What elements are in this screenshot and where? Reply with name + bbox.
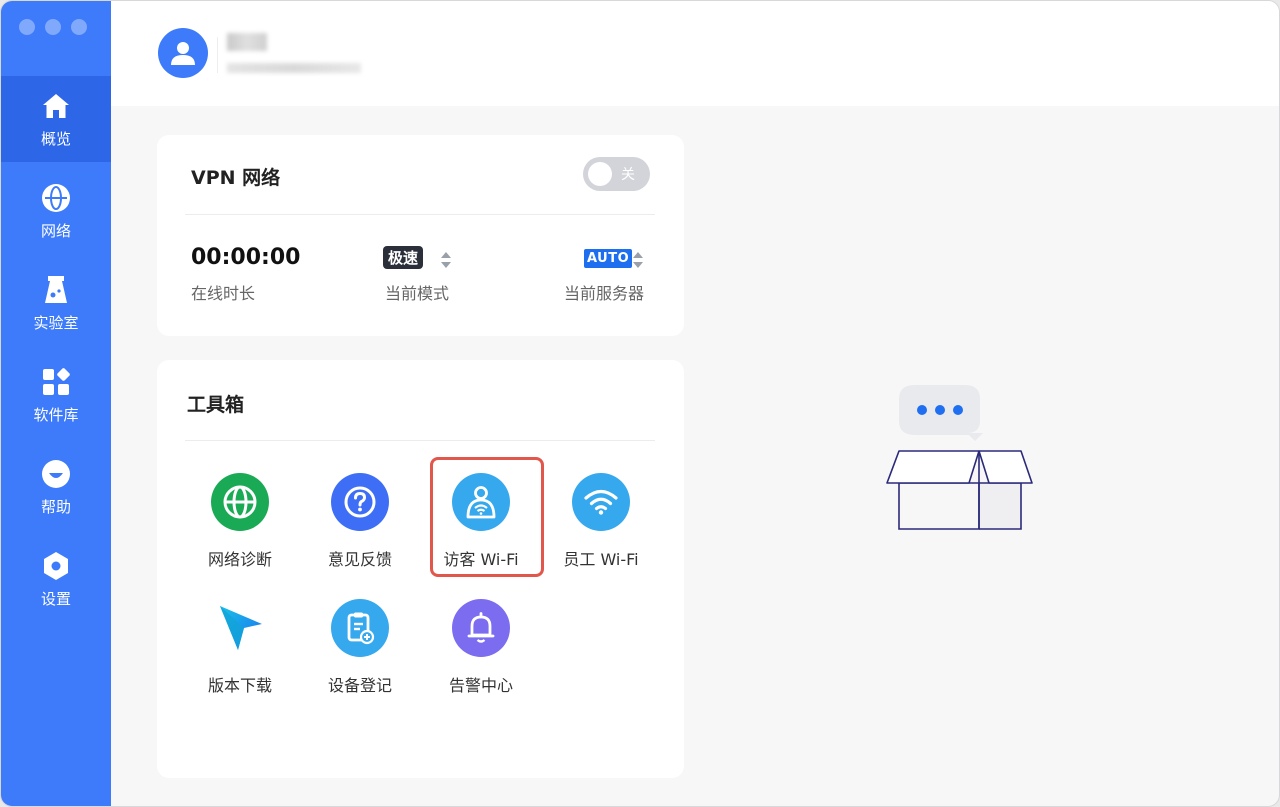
sidebar-item-label: 设置 (40, 589, 71, 608)
tool-staff-wifi[interactable]: 员工 Wi-Fi (546, 473, 656, 573)
tool-label: 访客 Wi-Fi (443, 550, 519, 569)
tool-label: 员工 Wi-Fi (563, 550, 639, 569)
tool-label: 版本下载 (207, 676, 272, 695)
mode-badge[interactable]: 极速 (383, 246, 424, 269)
sidebar-item-settings[interactable]: 设置 (1, 536, 111, 622)
toggle-state-label: 关 (621, 167, 635, 183)
server-switch-icon[interactable] (632, 250, 644, 270)
window-controls (19, 19, 87, 35)
sidebar-item-lab[interactable]: 实验室 (1, 260, 111, 346)
tool-alert-center[interactable]: 告警中心 (426, 599, 536, 699)
app-window: 概览 网络 实验室 软件库 帮助 设置 VPN 网络 关 00:00:00 在线… (0, 0, 1280, 807)
question-icon (331, 473, 389, 531)
arrow-logo-icon (211, 599, 269, 657)
redacted-username (227, 33, 267, 51)
wifi-icon (572, 473, 630, 531)
sidebar-item-help[interactable]: 帮助 (1, 444, 111, 530)
header-divider (217, 37, 218, 73)
sidebar-item-label: 实验室 (33, 313, 79, 332)
minimize-window-button[interactable] (45, 19, 61, 35)
tool-label: 意见反馈 (327, 550, 392, 569)
online-time-value: 00:00:00 (191, 245, 301, 270)
server-label: 当前服务器 (564, 284, 645, 303)
sidebar-item-network[interactable]: 网络 (1, 168, 111, 254)
toolbox-title: 工具箱 (187, 394, 245, 416)
tool-label: 网络诊断 (207, 550, 272, 569)
vpn-toggle[interactable]: 关 (583, 157, 650, 191)
close-window-button[interactable] (19, 19, 35, 35)
avatar[interactable] (158, 28, 208, 78)
user-icon (171, 42, 195, 65)
header (111, 1, 1279, 106)
mode-switch-icon[interactable] (440, 250, 452, 270)
vpn-title: VPN 网络 (191, 167, 281, 189)
redacted-account (227, 63, 361, 73)
sidebar: 概览 网络 实验室 软件库 帮助 设置 (1, 1, 111, 806)
vpn-card: VPN 网络 关 00:00:00 在线时长 极速 当前模式 AUTO 当前服务… (157, 135, 684, 336)
home-icon (40, 90, 72, 122)
tool-version-download[interactable]: 版本下载 (185, 599, 295, 699)
sidebar-item-overview[interactable]: 概览 (1, 76, 111, 162)
sidebar-item-label: 网络 (40, 221, 71, 240)
apps-icon (40, 366, 72, 398)
empty-box-icon (886, 385, 1033, 530)
globe-icon (211, 473, 269, 531)
tool-network-diagnosis[interactable]: 网络诊断 (185, 473, 295, 573)
toggle-knob (588, 162, 612, 186)
sidebar-item-software[interactable]: 软件库 (1, 352, 111, 438)
globe-icon (40, 182, 72, 214)
tool-guest-wifi[interactable]: 访客 Wi-Fi (426, 473, 536, 573)
tool-device-registration[interactable]: 设备登记 (305, 599, 415, 699)
sidebar-item-label: 概览 (40, 129, 71, 148)
divider (185, 440, 655, 441)
tool-feedback[interactable]: 意见反馈 (305, 473, 415, 573)
divider (185, 214, 655, 215)
sidebar-item-label: 软件库 (33, 405, 79, 424)
server-badge[interactable]: AUTO (584, 249, 633, 268)
online-time-label: 在线时长 (191, 284, 256, 303)
mode-label: 当前模式 (385, 284, 450, 303)
bell-icon (452, 599, 510, 657)
sidebar-item-label: 帮助 (40, 497, 71, 516)
maximize-window-button[interactable] (71, 19, 87, 35)
guest-wifi-icon (452, 473, 510, 531)
tool-label: 设备登记 (327, 676, 392, 695)
empty-state-illustration (885, 383, 1035, 533)
toolbox-card: 工具箱 网络诊断 意见反馈 访客 Wi-Fi 员工 Wi-Fi 版本下载 设备登… (157, 360, 684, 778)
clipboard-add-icon (331, 599, 389, 657)
flask-icon (40, 274, 72, 306)
tool-label: 告警中心 (448, 676, 513, 695)
hex-settings-icon (40, 550, 72, 582)
help-face-icon (40, 458, 72, 490)
